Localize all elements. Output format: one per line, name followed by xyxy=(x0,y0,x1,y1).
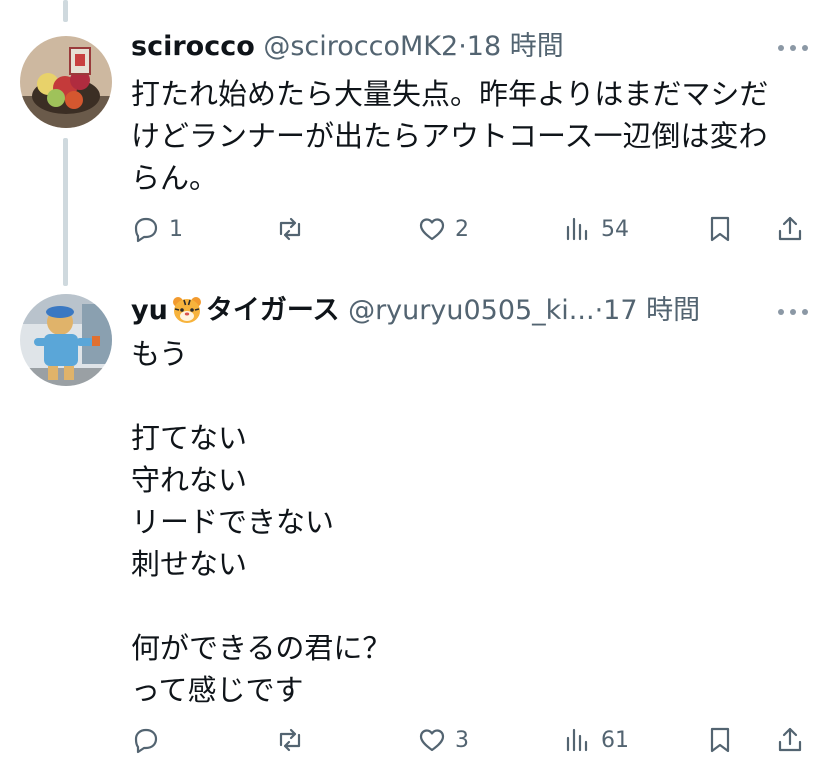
views-bar-chart-icon xyxy=(566,728,588,752)
like-count: 3 xyxy=(455,727,469,753)
post-header: scirocco @sciroccoMK2·18 時間 xyxy=(131,31,564,63)
share-button[interactable] xyxy=(775,211,805,247)
post-text-line xyxy=(131,376,801,418)
post-text-line: 何ができるの君に？ xyxy=(131,631,392,665)
views-button[interactable]: 61 xyxy=(563,722,629,758)
reply-icon xyxy=(134,728,158,754)
like-count: 2 xyxy=(455,216,469,242)
reply-button[interactable] xyxy=(131,722,161,758)
author-name[interactable]: scirocco xyxy=(131,31,255,62)
post-text: 打たれ始めたら大量失点。昨年よりはまだマシだ けどランナーが出たらアウトコース一… xyxy=(131,73,801,199)
repost-button[interactable] xyxy=(275,211,305,247)
author-name-suffix: タイガース xyxy=(205,295,340,326)
share-button[interactable] xyxy=(775,722,805,758)
views-button[interactable]: 54 xyxy=(563,211,629,247)
post-time[interactable]: 18 時間 xyxy=(467,31,564,62)
bookmark-icon xyxy=(710,727,730,753)
author-name-prefix: yu xyxy=(131,295,168,326)
post-time[interactable]: 17 時間 xyxy=(603,295,700,326)
like-button[interactable]: 2 xyxy=(417,211,469,247)
repost-button[interactable] xyxy=(275,722,305,758)
share-icon xyxy=(778,727,802,752)
post-text: もう 打てない 守れない リードできない 刺せない 何ができるの君に？ って感じ… xyxy=(131,334,801,712)
separator-dot: · xyxy=(594,295,604,326)
repost-icon xyxy=(279,217,301,241)
mascot-avatar[interactable] xyxy=(20,294,112,386)
post-text-line: 刺せない xyxy=(131,547,248,581)
heart-icon xyxy=(419,729,445,752)
post-text-line: 守れない xyxy=(131,463,248,497)
bookmark-button[interactable] xyxy=(705,722,735,758)
separator-dot: · xyxy=(458,31,467,62)
post-text-line xyxy=(131,586,801,628)
post-actions: 1 2 54 xyxy=(0,211,828,247)
more-options-icon[interactable] xyxy=(778,43,808,53)
post-text-line: って感じです xyxy=(131,673,304,707)
post-yu[interactable]: yu タイガース @ryuryu0505_ki...·17 時間 もう 打てない… xyxy=(0,270,828,754)
bookmark-icon xyxy=(710,216,730,242)
share-icon xyxy=(778,216,802,241)
repost-icon xyxy=(279,728,301,752)
like-button[interactable]: 3 xyxy=(417,722,469,758)
tiger-face-icon xyxy=(172,297,201,323)
more-options-icon[interactable] xyxy=(778,307,808,317)
heart-icon xyxy=(419,218,445,241)
reply-button[interactable]: 1 xyxy=(131,211,183,247)
post-text-line: 打たれ始めたら大量失点。昨年よりはまだマシだ xyxy=(131,77,769,111)
post-text-line: けどランナーが出たらアウトコース一辺倒は変わ xyxy=(131,119,768,153)
post-text-line: 打てない xyxy=(131,421,248,455)
post-scirocco[interactable]: scirocco @sciroccoMK2·18 時間 打たれ始めたら大量失点。… xyxy=(0,0,828,270)
reply-icon xyxy=(134,217,158,243)
post-header: yu タイガース @ryuryu0505_ki...·17 時間 xyxy=(131,295,700,327)
views-count: 54 xyxy=(601,216,629,242)
post-text-line: リードできない xyxy=(131,505,335,539)
bookmark-button[interactable] xyxy=(705,211,735,247)
fruit-basket-avatar[interactable] xyxy=(20,36,112,128)
views-count: 61 xyxy=(601,727,629,753)
post-actions: 3 61 xyxy=(0,722,828,758)
author-handle[interactable]: @sciroccoMK2 xyxy=(263,31,458,62)
views-bar-chart-icon xyxy=(566,217,588,241)
post-text-line: もう xyxy=(131,337,189,371)
author-name[interactable]: yu タイガース xyxy=(131,295,339,326)
post-text-line: らん。 xyxy=(131,161,219,195)
reply-count: 1 xyxy=(169,216,183,242)
author-handle[interactable]: @ryuryu0505_ki... xyxy=(348,295,594,326)
